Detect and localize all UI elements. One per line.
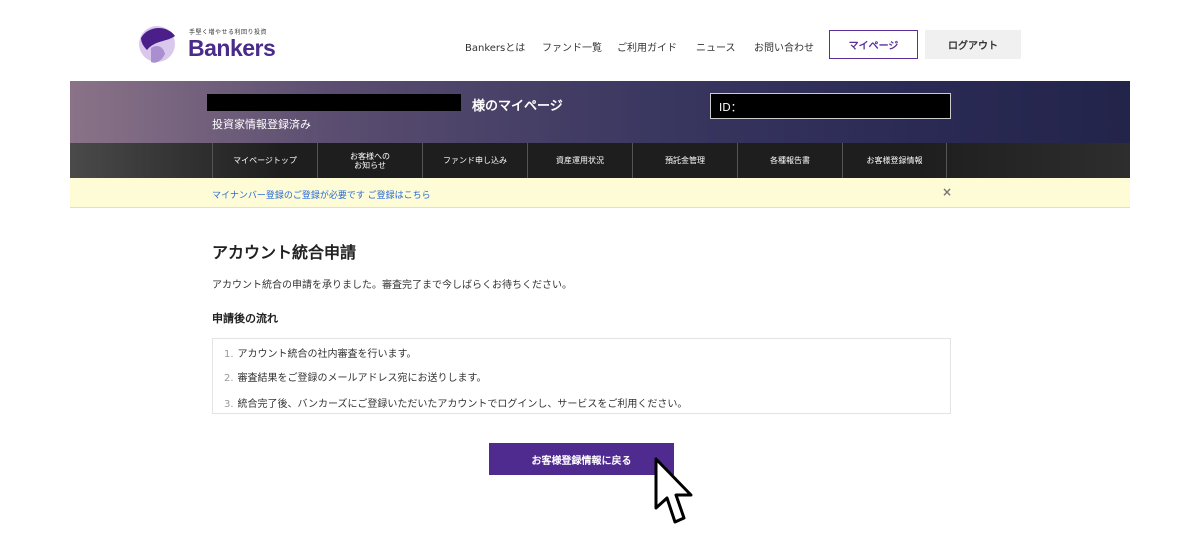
bankers-logo[interactable]: 手堅く増やせる利回り投資 Bankers — [137, 24, 297, 68]
close-icon[interactable]: × — [942, 185, 952, 199]
return-to-customer-info-button[interactable]: お客様登録情報に戻る — [489, 443, 674, 475]
user-id-label: ID： — [719, 101, 742, 114]
logo-name: Bankers — [188, 35, 276, 61]
application-received-message: アカウント統合の申請を承りました。審査完了まで今しばらくお待ちください。 — [212, 280, 572, 291]
redacted-user-name — [207, 94, 461, 111]
list-item: 1. アカウント統合の社内審査を行います。 — [224, 345, 417, 360]
list-item-text: 統合完了後、バンカーズにご登録いただいたアカウントでログインし、サービスをご利用… — [237, 399, 688, 410]
investor-status: 投資家情報登録済み — [212, 118, 311, 131]
list-item: 2. 審査結果をご登録のメールアドレス宛にお送りします。 — [224, 369, 487, 384]
nav-about[interactable]: Bankersとは — [465, 39, 525, 54]
nav-guide[interactable]: ご利用ガイド — [617, 39, 677, 54]
subnav-mypage-top[interactable]: マイページトップ — [212, 143, 317, 178]
user-id-box — [710, 93, 951, 119]
subnav-fund-application[interactable]: ファンド申し込み — [422, 143, 527, 178]
mypage-banner — [70, 81, 1130, 143]
nav-contact[interactable]: お問い合わせ — [754, 39, 814, 54]
flow-heading: 申請後の流れ — [212, 312, 278, 325]
nav-news[interactable]: ニュース — [696, 39, 736, 54]
mypage-title: 様のマイページ — [472, 99, 563, 114]
logo-mark-icon — [139, 26, 175, 63]
mypage-button[interactable]: マイページ — [829, 30, 918, 59]
subnav-asset-status[interactable]: 資産運用状況 — [527, 143, 632, 178]
page-title: アカウント統合申請 — [212, 243, 357, 262]
list-item-number: 3. — [224, 399, 234, 410]
list-item-text: アカウント統合の社内審査を行います。 — [237, 349, 417, 360]
subnav-reports[interactable]: 各種報告書 — [737, 143, 842, 178]
subnav-notices[interactable]: お客様への お知らせ — [317, 143, 422, 178]
list-item: 3. 統合完了後、バンカーズにご登録いただいたアカウントでログインし、サービスをご… — [224, 395, 687, 410]
nav-fund-list[interactable]: ファンド一覧 — [542, 39, 602, 54]
subnav-customer-info[interactable]: お客様登録情報 — [842, 143, 946, 178]
subnav-deposit-management[interactable]: 預託金管理 — [632, 143, 737, 178]
list-item-number: 2. — [224, 373, 234, 384]
subnav-divider — [946, 143, 947, 178]
logout-button[interactable]: ログアウト — [925, 30, 1021, 59]
list-item-number: 1. — [224, 349, 234, 360]
mynumber-register-link[interactable]: マイナンバー登録のご登録が必要です ご登録はこちら — [212, 188, 431, 201]
list-item-text: 審査結果をご登録のメールアドレス宛にお送りします。 — [237, 373, 487, 384]
pointer-cursor-icon — [654, 457, 693, 524]
